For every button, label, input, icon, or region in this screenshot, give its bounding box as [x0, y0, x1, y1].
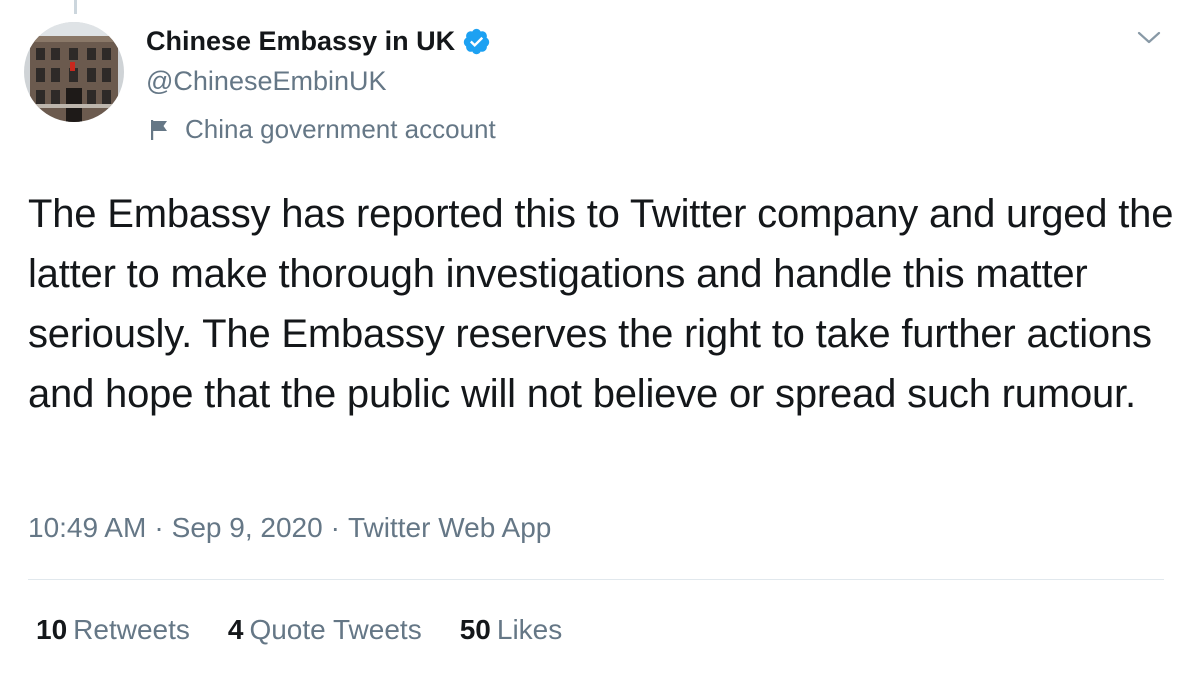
tweet-time[interactable]: 10:49 AM	[28, 512, 146, 543]
thread-line	[74, 0, 77, 14]
government-account-text[interactable]: China government account	[185, 114, 496, 145]
likes-stat[interactable]: 50 Likes	[460, 614, 563, 646]
likes-label: Likes	[496, 614, 563, 645]
meta-separator: ·	[154, 512, 164, 543]
tweet-card: Chinese Embassy in UK @ChineseEmbinUK Ch…	[0, 0, 1196, 680]
tweet-text: The Embassy has reported this to Twitter…	[28, 192, 1174, 416]
quote-tweets-count: 4	[227, 614, 244, 645]
avatar[interactable]	[24, 22, 124, 122]
retweets-count: 10	[36, 614, 68, 645]
user-handle[interactable]: @ChineseEmbinUK	[146, 66, 387, 97]
likes-count: 50	[459, 614, 491, 645]
tweet-stats: 10 Retweets 4 Quote Tweets 50 Likes	[36, 614, 600, 646]
quote-tweets-label: Quote Tweets	[249, 614, 422, 645]
retweets-label: Retweets	[73, 614, 190, 645]
display-name[interactable]: Chinese Embassy in UK	[146, 26, 491, 57]
tweet-meta: 10:49 AM · Sep 9, 2020 · Twitter Web App	[28, 512, 551, 544]
chevron-down-icon[interactable]	[1136, 28, 1162, 48]
tweet-date[interactable]: Sep 9, 2020	[172, 512, 323, 543]
flag-icon	[148, 118, 172, 142]
quote-tweets-stat[interactable]: 4 Quote Tweets	[228, 614, 422, 646]
meta-separator: ·	[330, 512, 340, 543]
verified-badge-icon	[462, 27, 491, 56]
display-name-text[interactable]: Chinese Embassy in UK	[146, 26, 455, 57]
divider	[28, 579, 1164, 580]
retweets-stat[interactable]: 10 Retweets	[36, 614, 190, 646]
tweet-source[interactable]: Twitter Web App	[348, 512, 551, 543]
government-account-label[interactable]: China government account	[148, 114, 496, 145]
